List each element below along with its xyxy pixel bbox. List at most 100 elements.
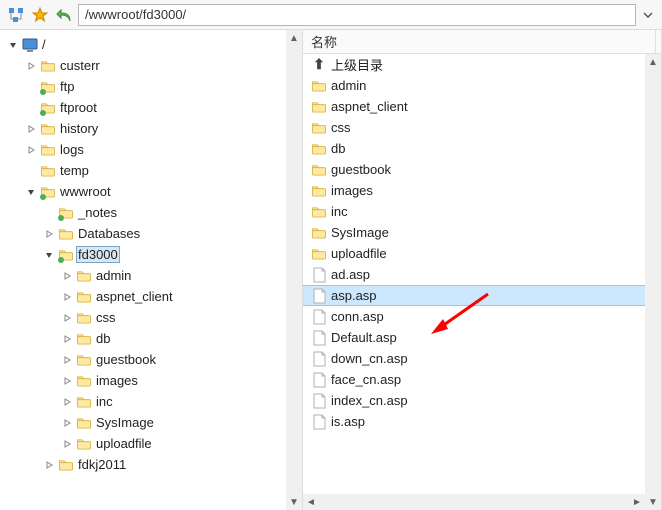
folder-icon <box>58 226 74 242</box>
list-row[interactable]: inc <box>303 201 661 222</box>
scroll-down-icon[interactable]: ▼ <box>286 494 302 510</box>
hscrollbar-right[interactable]: ◄ ► <box>303 494 645 510</box>
tree-label: uploadfile <box>94 435 154 452</box>
list-row[interactable]: is.asp <box>303 411 661 432</box>
tree-node[interactable]: temp <box>24 160 300 181</box>
list-row[interactable]: admin <box>303 75 661 96</box>
file-icon <box>311 309 327 325</box>
list-row[interactable]: conn.asp <box>303 306 661 327</box>
tree-node[interactable]: admin <box>60 265 300 286</box>
expand-icon[interactable] <box>42 227 56 241</box>
expand-icon[interactable] <box>60 416 74 430</box>
tree-node[interactable]: history <box>24 118 300 139</box>
expand-icon[interactable] <box>24 59 38 73</box>
collapse-icon[interactable] <box>42 248 56 262</box>
tree-label: guestbook <box>94 351 158 368</box>
tree-label: wwwroot <box>58 183 113 200</box>
tree-node[interactable]: Databases <box>42 223 300 244</box>
tree-node[interactable]: ftp <box>24 76 300 97</box>
tree-node[interactable]: guestbook <box>60 349 300 370</box>
folder-icon <box>40 142 56 158</box>
scroll-right-icon[interactable]: ► <box>629 494 645 510</box>
tree-node[interactable]: uploadfile <box>60 433 300 454</box>
tree-label: fd3000 <box>76 246 120 263</box>
list-row[interactable]: index_cn.asp <box>303 390 661 411</box>
folder-icon <box>76 373 92 389</box>
folder-icon <box>76 415 92 431</box>
column-header-name[interactable]: 名称 <box>303 30 661 54</box>
file-icon <box>311 372 327 388</box>
vscrollbar-right[interactable]: ▲ ▼ <box>645 54 661 510</box>
list-label: guestbook <box>331 162 391 177</box>
tree-label: custerr <box>58 57 102 74</box>
address-path: /wwwroot/fd3000/ <box>85 7 186 22</box>
tree-node[interactable]: ftproot <box>24 97 300 118</box>
list-row[interactable]: asp.asp <box>303 285 661 306</box>
scroll-up-icon[interactable]: ▲ <box>645 54 661 70</box>
folder-icon <box>76 268 92 284</box>
expand-icon[interactable] <box>60 395 74 409</box>
list-row[interactable]: down_cn.asp <box>303 348 661 369</box>
tree-node[interactable]: custerr <box>24 55 300 76</box>
list-row[interactable]: Default.asp <box>303 327 661 348</box>
list-row[interactable]: css <box>303 117 661 138</box>
tree-node[interactable]: fdkj2011 <box>42 454 300 475</box>
tree-label: css <box>94 309 118 326</box>
address-dropdown-icon[interactable] <box>640 12 656 18</box>
folder-icon <box>76 352 92 368</box>
tool-icon-nodes[interactable] <box>6 5 26 25</box>
expand-icon[interactable] <box>60 353 74 367</box>
tree-node[interactable]: logs <box>24 139 300 160</box>
list-row[interactable]: aspnet_client <box>303 96 661 117</box>
address-bar[interactable]: /wwwroot/fd3000/ <box>78 4 636 26</box>
scroll-down-icon[interactable]: ▼ <box>645 494 661 510</box>
scroll-left-icon[interactable]: ◄ <box>303 494 319 510</box>
list-row[interactable]: uploadfile <box>303 243 661 264</box>
folder-icon <box>58 205 74 221</box>
tree-node[interactable]: wwwroot <box>24 181 300 202</box>
expand-icon[interactable] <box>60 311 74 325</box>
tree-node[interactable]: SysImage <box>60 412 300 433</box>
list-label: is.asp <box>331 414 365 429</box>
expand-icon[interactable] <box>24 122 38 136</box>
tree-node[interactable]: fd3000 <box>42 244 300 265</box>
tree-node[interactable]: images <box>60 370 300 391</box>
scroll-up-icon[interactable]: ▲ <box>286 30 302 46</box>
list-row[interactable]: ad.asp <box>303 264 661 285</box>
expand-icon[interactable] <box>42 458 56 472</box>
tree-label: admin <box>94 267 133 284</box>
vscrollbar-left[interactable]: ▲ ▼ <box>286 30 302 510</box>
expand-icon[interactable] <box>60 437 74 451</box>
list-label: aspnet_client <box>331 99 408 114</box>
file-icon <box>311 393 327 409</box>
list-row[interactable]: face_cn.asp <box>303 369 661 390</box>
tree-node[interactable]: aspnet_client <box>60 286 300 307</box>
list-label: ad.asp <box>331 267 370 282</box>
tree-node[interactable]: db <box>60 328 300 349</box>
favorite-icon[interactable] <box>30 5 50 25</box>
list-row[interactable]: SysImage <box>303 222 661 243</box>
expand-icon[interactable] <box>60 332 74 346</box>
folder-icon <box>40 184 56 200</box>
collapse-icon[interactable] <box>6 38 20 52</box>
collapse-icon[interactable] <box>24 185 38 199</box>
list-row[interactable]: db <box>303 138 661 159</box>
tree-root-node[interactable]: / <box>6 34 300 55</box>
tree-label: temp <box>58 162 91 179</box>
expand-icon[interactable] <box>24 143 38 157</box>
expand-icon[interactable] <box>60 290 74 304</box>
tree-label: logs <box>58 141 86 158</box>
list-row[interactable]: guestbook <box>303 159 661 180</box>
list-row[interactable]: images <box>303 180 661 201</box>
file-icon <box>311 351 327 367</box>
expand-icon[interactable] <box>60 374 74 388</box>
tree-node[interactable]: _notes <box>42 202 300 223</box>
list-label: db <box>331 141 345 156</box>
up-arrow-icon: ⬆ <box>311 57 327 73</box>
back-icon[interactable] <box>54 5 74 25</box>
expand-icon[interactable] <box>60 269 74 283</box>
tree-node[interactable]: inc <box>60 391 300 412</box>
up-directory-row[interactable]: ⬆上级目录 <box>303 54 661 75</box>
file-icon <box>311 330 327 346</box>
tree-node[interactable]: css <box>60 307 300 328</box>
